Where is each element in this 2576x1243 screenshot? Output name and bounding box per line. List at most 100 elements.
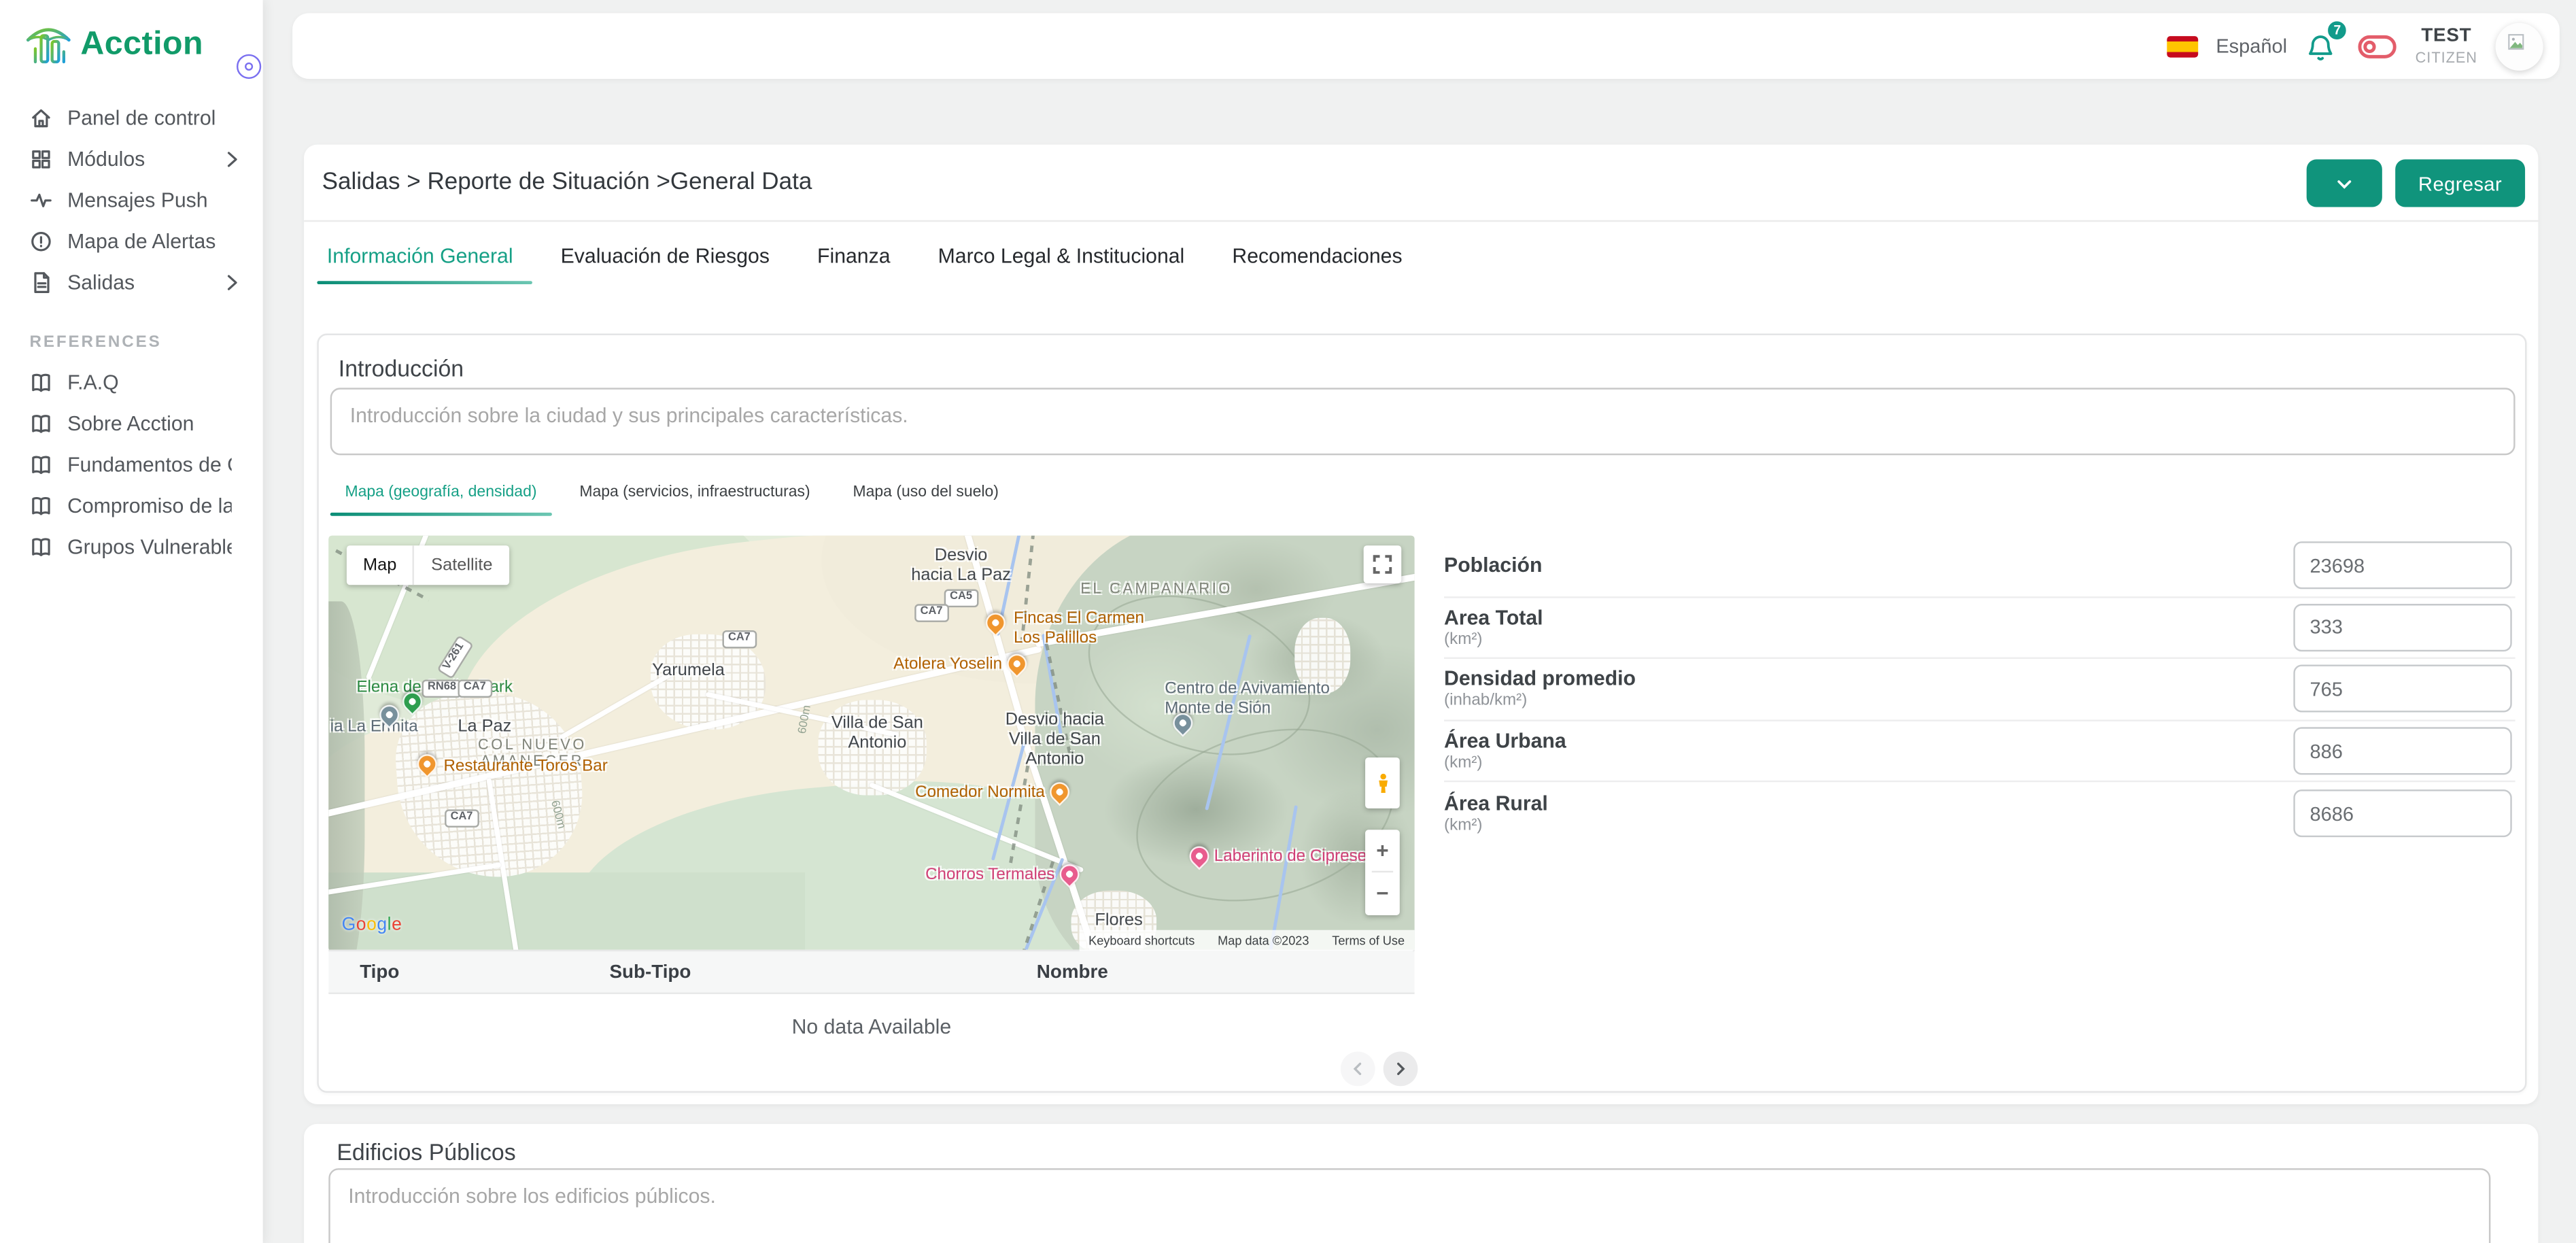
field-label: Densidad promedio (1444, 668, 1636, 691)
home-icon (29, 106, 52, 129)
language-selector[interactable]: Español (2216, 35, 2287, 58)
poblaci-n-input[interactable] (2293, 542, 2511, 590)
book-icon (29, 494, 52, 517)
logo-row: Acction (0, 0, 263, 84)
map-tab-mapa-uso-del-suelo[interactable]: Mapa (uso del suelo) (838, 477, 1014, 516)
zoom-in-button[interactable]: + (1365, 830, 1400, 870)
rea-rural-input[interactable] (2293, 790, 2511, 838)
map-attribution-item[interactable]: Map data ©2023 (1218, 934, 1309, 949)
sidebar-item-label: Mapa de Alertas (67, 229, 216, 252)
tab-recomendaciones[interactable]: Recomendaciones (1229, 238, 1406, 284)
informacion-general-panel: Introducción Mapa (geografía, densidad) M… (317, 334, 2526, 1093)
notifications-button[interactable]: 7 (2305, 28, 2340, 64)
map-label: Villa de San Antonio (831, 713, 923, 753)
topbar: Español 7 TEST CITIZEN (292, 13, 2560, 79)
pagination-next-button[interactable] (1384, 1052, 1418, 1087)
edificios-table: TipoSub-TipoNombre No data Available (328, 950, 1414, 1038)
sidebar-item-compromiso-de-las[interactable]: Compromiso de las ... (0, 485, 263, 526)
sidebar-item-sobre-acction[interactable]: Sobre Acction (0, 403, 263, 443)
rea-urbana-input[interactable] (2293, 727, 2511, 774)
book-icon (29, 535, 52, 558)
grid-icon (29, 147, 52, 170)
map-label: Chorros Termales (925, 866, 1054, 885)
avatar[interactable] (2496, 22, 2543, 70)
chevron-down-icon (2335, 173, 2354, 193)
sidebar-item-grupos-vulnerables[interactable]: Grupos Vulnerables (0, 526, 263, 566)
tab-informaci-n-general[interactable]: Información General (324, 238, 516, 284)
map-attribution-item[interactable]: Terms of Use (1332, 934, 1405, 949)
topbar-right-cluster: Español 7 TEST CITIZEN (2167, 13, 2543, 79)
acction-logo-icon (21, 18, 75, 71)
map-label: La Paz (458, 717, 511, 736)
field-unit: (km²) (1444, 817, 1548, 835)
form-row: Área Urbana (km²) (1444, 721, 2515, 783)
zoom-out-button[interactable]: − (1365, 872, 1400, 913)
tab-finanza[interactable]: Finanza (814, 238, 893, 284)
sidebar: Acction Panel de control Módulos Mensaje… (0, 0, 263, 1243)
sidebar-item-mensajes-push[interactable]: Mensajes Push (0, 179, 263, 220)
sidebar-item-m-dulos[interactable]: Módulos (0, 138, 263, 179)
map-label: Restaurante Toros Bar (443, 757, 607, 777)
fullscreen-button[interactable] (1364, 545, 1402, 583)
tab-evaluaci-n-de-riesgos[interactable]: Evaluación de Riesgos (557, 238, 773, 284)
sidebar-item-label: Mensajes Push (67, 188, 208, 211)
sidebar-item-salidas[interactable]: Salidas (0, 261, 263, 302)
map-label: Laberinto de Cipreses (1214, 848, 1375, 867)
pagination-prev-button[interactable] (1341, 1052, 1375, 1087)
pegman-icon (1371, 763, 1394, 802)
field-label: Área Urbana (1444, 730, 1566, 753)
road-badge: CA7 (458, 679, 492, 697)
sidebar-item-label: F.A.Q (67, 371, 119, 394)
densidad-promedio-input[interactable] (2293, 666, 2511, 713)
sidebar-item-f-a-q[interactable]: F.A.Q (0, 362, 263, 403)
chevron-left-icon (1349, 1060, 1367, 1078)
alert-icon (29, 229, 52, 252)
map-label: Atolera Yoselin (893, 655, 1002, 675)
map-label: Comedor Normita (915, 784, 1045, 803)
book-icon (29, 371, 52, 394)
sidebar-item-label: Compromiso de las ... (67, 494, 232, 517)
brand-name: Acction (80, 25, 203, 63)
user-menu[interactable]: TEST CITIZEN (2416, 25, 2477, 67)
edificios-textarea[interactable] (328, 1168, 2490, 1243)
road-badge: CA7 (445, 809, 479, 827)
sidebar-section-label: REFERENCES (0, 303, 263, 362)
sidebar-item-fundamentos-de-ge[interactable]: Fundamentos de Ge... (0, 443, 263, 484)
map-tab-mapa-geograf-a-densidad[interactable]: Mapa (geografía, densidad) (330, 477, 552, 516)
street-view-pegman[interactable] (1365, 757, 1400, 808)
spain-flag-icon[interactable] (2167, 35, 2198, 56)
section-title-edificios: Edificios Públicos (337, 1139, 515, 1165)
breadcrumb-row: Salidas > Reporte de Situación >General … (304, 145, 2538, 222)
map-label: Yarumela (652, 660, 725, 680)
map-button[interactable]: Map (347, 545, 415, 585)
road-badge: CA5 (944, 590, 978, 607)
back-button[interactable]: Regresar (2395, 159, 2525, 207)
sidebar-item-label: Fundamentos de Ge... (67, 453, 232, 476)
introduccion-textarea[interactable] (330, 388, 2515, 455)
book-icon (29, 411, 52, 435)
map-label: ia La Ermita (330, 718, 418, 737)
map-tab-mapa-servicios-infraestructuras[interactable]: Mapa (servicios, infraestructuras) (565, 477, 825, 516)
actions-dropdown-button[interactable] (2307, 159, 2382, 207)
sidebar-item-mapa-de-alertas[interactable]: Mapa de Alertas (0, 220, 263, 261)
tab-marco-legal-institucional[interactable]: Marco Legal & Institucional (935, 238, 1188, 284)
table-header: TipoSub-TipoNombre (328, 950, 1414, 994)
status-toggle[interactable] (2358, 34, 2397, 58)
sidebar-item-panel-de-control[interactable]: Panel de control (0, 97, 263, 138)
report-card: Salidas > Reporte de Situación >General … (304, 145, 2538, 1104)
file-icon (29, 271, 52, 294)
sidebar-collapse-button[interactable] (237, 54, 261, 79)
field-unit: (km²) (1444, 631, 1543, 649)
table-column-sub-tipo: Sub-Tipo (610, 963, 691, 983)
map-label: Centro de Avivamiento Monte de Sión (1165, 680, 1330, 718)
map-attribution-item[interactable]: Keyboard shortcuts (1088, 934, 1195, 949)
section-title-introduccion: Introducción (339, 355, 464, 381)
area-total-input[interactable] (2293, 604, 2511, 651)
satellite-button[interactable]: Satellite (415, 556, 509, 575)
toggle-icon (2358, 34, 2397, 58)
google-map[interactable]: Desvio hacia La PazEL CAMPANARIOFincas E… (328, 536, 1414, 951)
google-logo: Google (342, 915, 402, 935)
map-type-control: Map Satellite (347, 545, 509, 585)
pulse-icon (29, 188, 52, 211)
table-column-nombre: Nombre (1037, 963, 1108, 983)
